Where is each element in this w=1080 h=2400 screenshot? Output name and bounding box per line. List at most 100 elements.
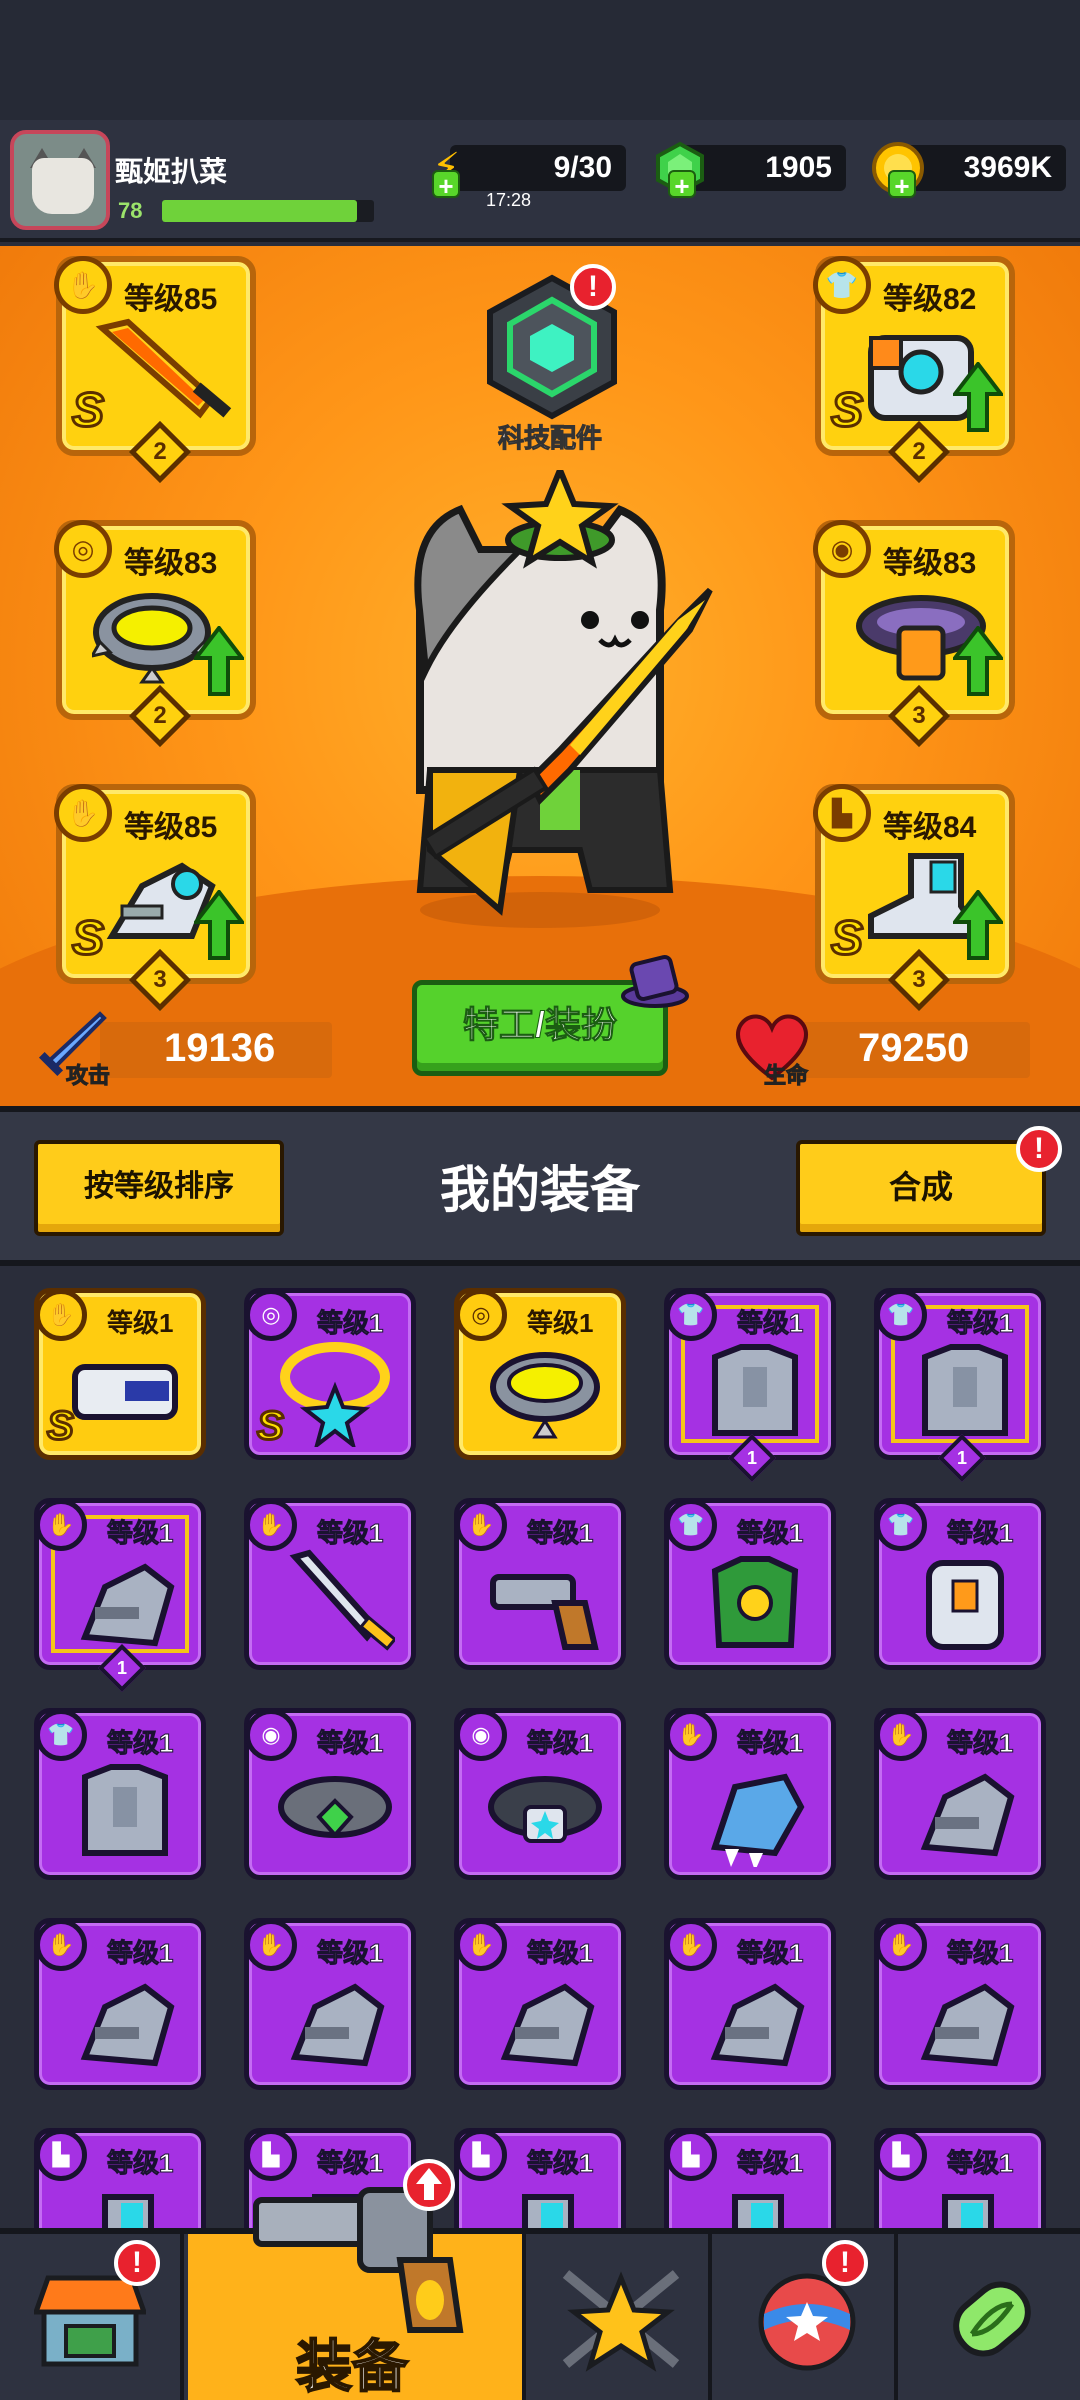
- glove-icon: [500, 1983, 595, 2067]
- necklace-type-icon: ◎: [54, 520, 112, 578]
- equip-slot-armor[interactable]: 👕 等级82 S 2: [813, 256, 1015, 484]
- inventory-item[interactable]: ✋ 等级1: [454, 1498, 626, 1670]
- item-level: 等级1: [946, 1728, 1014, 1759]
- grade-badge: S: [829, 383, 864, 439]
- gun-type-icon: ✋: [455, 1499, 507, 1551]
- item-level: 等级1: [946, 1308, 1014, 1339]
- inventory-item[interactable]: ✋ 等级1: [34, 1918, 206, 2090]
- armor-icon: [712, 1344, 798, 1436]
- equip-slot-necklace[interactable]: ◎ 等级83 2: [54, 520, 256, 748]
- boot-icon: [732, 2194, 784, 2228]
- slot-level: 等级85: [124, 811, 218, 844]
- inventory-item[interactable]: ✋ 等级1: [244, 1918, 416, 2090]
- inventory-item[interactable]: ▙ 等级1: [34, 2128, 206, 2228]
- nav-tab-dna[interactable]: [902, 2234, 1080, 2400]
- xp-fill: [162, 200, 358, 222]
- sword-icon: [289, 1549, 395, 1651]
- hat-icon: [621, 954, 689, 1008]
- slot-level: 等级82: [883, 283, 977, 316]
- cat-face: [32, 158, 94, 214]
- nav-tab-planet[interactable]: [716, 2234, 898, 2400]
- energy-counter[interactable]: 9/30: [450, 145, 626, 191]
- inventory-item[interactable]: ✋ 等级1: [874, 1918, 1046, 2090]
- upgrade-arrow-icon: [953, 362, 1003, 432]
- item-level: 等级1: [527, 1308, 594, 1338]
- inventory-item[interactable]: ✋ 等级1: [874, 1708, 1046, 1880]
- shirt-type-icon: 👕: [665, 1499, 717, 1551]
- shirt-type-icon: 👕: [665, 1289, 717, 1341]
- inventory-item[interactable]: ◉ 等级1: [454, 1708, 626, 1880]
- item-level: 等级1: [106, 1728, 174, 1759]
- inventory-item[interactable]: ✋ 等级1: [664, 1918, 836, 2090]
- item-level: 等级1: [946, 1938, 1014, 1969]
- inventory-item[interactable]: ✋ 等级1 1: [34, 1498, 206, 1693]
- inventory-item[interactable]: 👕 等级1: [34, 1708, 206, 1880]
- equip-slot-belt[interactable]: ◉ 等级83 3: [813, 520, 1015, 748]
- cat-hero[interactable]: [390, 470, 720, 930]
- slot-level: 等级85: [124, 283, 218, 316]
- xp-bar: [162, 200, 374, 222]
- glove-type-icon: ✋: [875, 1919, 927, 1971]
- upgrade-arrow-icon: [953, 626, 1003, 696]
- coins-value: 3969K: [963, 151, 1052, 184]
- inventory-item[interactable]: 👕 等级1 1: [664, 1288, 836, 1483]
- inventory-item[interactable]: ✋ 等级1: [244, 1498, 416, 1670]
- inventory-item[interactable]: ✋ 等级1 S: [34, 1288, 206, 1460]
- belt-type-icon: ◉: [245, 1709, 297, 1761]
- equip-slot-boots[interactable]: ▙ 等级84 S 3: [813, 784, 1015, 1012]
- item-level: 等级1: [736, 1518, 804, 1549]
- item-level: 等级1: [946, 1518, 1014, 1549]
- inventory-item[interactable]: ◉ 等级1: [244, 1708, 416, 1880]
- inventory-item[interactable]: ◎ 等级1 S: [244, 1288, 416, 1460]
- glove-type-icon: ✋: [54, 784, 112, 842]
- item-level: 等级1: [106, 1518, 174, 1549]
- tech-accessory-label: 科技配件: [497, 423, 602, 454]
- avatar[interactable]: [10, 130, 110, 230]
- glove-type-icon: ✋: [35, 1499, 87, 1551]
- inventory-item[interactable]: 👕 等级1: [664, 1498, 836, 1670]
- inventory-item[interactable]: 👕 等级1 1: [874, 1288, 1046, 1483]
- gems-plus-button[interactable]: +: [668, 170, 696, 200]
- blue-belt-icon: [488, 1776, 602, 1843]
- nav-label-equipment: 装备: [295, 2334, 409, 2399]
- inventory-item[interactable]: ◎ 等级1: [454, 1288, 626, 1460]
- sword-icon: [95, 318, 232, 419]
- coins-plus-button[interactable]: +: [888, 170, 916, 200]
- glove-type-icon: ✋: [455, 1919, 507, 1971]
- health-value: 79250: [858, 1026, 970, 1070]
- boot-type-icon: ▙: [35, 2129, 87, 2181]
- inventory-item[interactable]: ✋ 等级1: [664, 1708, 836, 1880]
- equip-slot-weapon[interactable]: ✋ 等级85 S 2: [54, 256, 256, 484]
- tech-alert-badge: !: [570, 264, 616, 310]
- boot-type-icon: ▙: [665, 2129, 717, 2181]
- grade-badge: S: [70, 911, 105, 967]
- item-level: 等级1: [316, 1728, 384, 1759]
- item-level: 等级1: [526, 1728, 594, 1759]
- nav-tab-hero[interactable]: [530, 2234, 712, 2400]
- necklace-type-icon: ◎: [245, 1289, 297, 1341]
- inventory-item[interactable]: ▙ 等级1: [664, 2128, 836, 2228]
- inventory-item[interactable]: ✋ 等级1: [454, 1918, 626, 2090]
- shirt-type-icon: 👕: [35, 1709, 87, 1761]
- boot-icon: [102, 2194, 154, 2228]
- slot-level: 等级83: [883, 547, 977, 580]
- item-level: 等级1: [106, 2148, 174, 2179]
- merge-button[interactable]: 合成: [796, 1140, 1046, 1236]
- sort-by-level-button[interactable]: 按等级排序: [34, 1140, 284, 1236]
- glove-icon: [290, 1983, 385, 2067]
- equip-slot-glove[interactable]: ✋ 等级85 S 3: [54, 784, 256, 1012]
- grade-badge: S: [829, 911, 864, 967]
- belt-type-icon: ◉: [813, 520, 871, 578]
- star-swords-icon: [562, 2270, 680, 2372]
- inventory-item[interactable]: ▙ 等级1: [454, 2128, 626, 2228]
- inventory-item[interactable]: ▙ 等级1: [874, 2128, 1046, 2228]
- attack-value: 19136: [164, 1026, 276, 1070]
- upgrade-arrow-icon: [953, 890, 1003, 960]
- gems-value: 1905: [765, 151, 832, 184]
- inventory-item[interactable]: 👕 等级1: [874, 1498, 1046, 1670]
- slot-level: 等级83: [124, 547, 218, 580]
- item-level: 等级1: [316, 1518, 384, 1549]
- boot-icon: [942, 2194, 994, 2228]
- energy-plus-button[interactable]: +: [432, 170, 460, 200]
- belt-type-icon: ◉: [455, 1709, 507, 1761]
